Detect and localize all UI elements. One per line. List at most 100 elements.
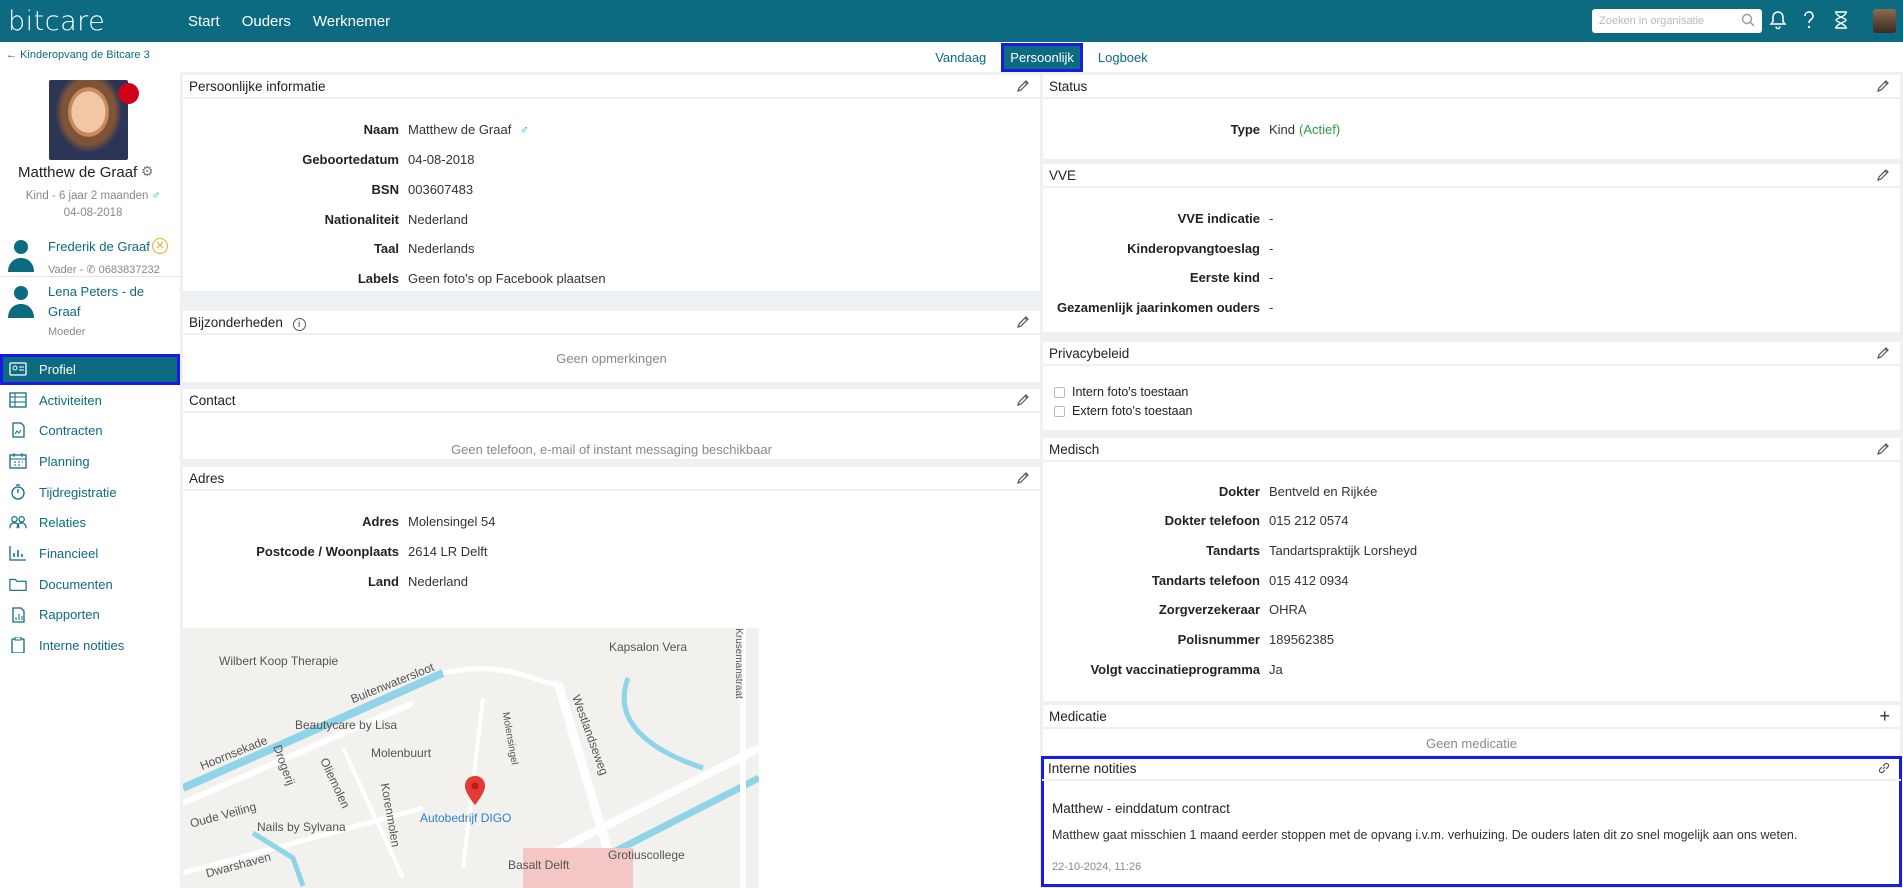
field-label: Postcode / Woonplaats — [256, 544, 399, 559]
field-value: - — [1269, 300, 1274, 315]
sidebar-item-planning[interactable]: Planning — [0, 446, 180, 477]
panel-title: Adres — [189, 471, 225, 486]
person-silhouette-icon — [8, 286, 34, 318]
note-title[interactable]: Matthew - einddatum contract — [1052, 801, 1230, 816]
relation-sub-frederik: Vader - ✆ 0683837232 — [48, 263, 160, 276]
pencil-icon[interactable] — [1016, 393, 1030, 407]
field-label: Gezamenlijk jaarinkomen ouders — [1056, 300, 1260, 315]
relation-phone[interactable]: 0683837232 — [99, 264, 160, 276]
tab-vandaag[interactable]: Vandaag — [929, 46, 992, 69]
table-icon — [9, 392, 27, 408]
user-avatar[interactable] — [1873, 9, 1896, 33]
bitcare-logo[interactable]: bitcare — [8, 6, 178, 37]
pencil-icon[interactable] — [1876, 442, 1890, 456]
location-pin-icon[interactable] — [464, 776, 486, 806]
checkbox[interactable] — [1054, 406, 1065, 418]
map-label: Autobedrijf DIGO — [420, 811, 512, 825]
note-date: 22-10-2024, 11:26 — [1052, 861, 1142, 873]
pencil-icon[interactable] — [1016, 471, 1030, 485]
pencil-icon[interactable] — [1876, 346, 1890, 360]
gear-icon[interactable]: ⚙ — [141, 163, 154, 180]
sidebar-item-relaties[interactable]: Relaties — [0, 507, 180, 538]
sidebar-item-documenten[interactable]: Documenten — [0, 569, 180, 600]
nav-start[interactable]: Start — [188, 13, 220, 30]
medisch-row: Volgt vaccinatieprogramma Ja — [1043, 661, 1282, 679]
field-value: Nederlands — [408, 241, 475, 256]
panel-header: Privacybeleid — [1043, 342, 1900, 366]
sidebar-item-contracten[interactable]: Contracten — [0, 415, 180, 446]
stopwatch-icon — [11, 484, 25, 500]
panel-title: Privacybeleid — [1049, 346, 1130, 361]
field-label: BSN — [371, 182, 399, 197]
hourglass-icon[interactable] — [1832, 10, 1850, 30]
status-panel: Status Type Kind (Actief) — [1043, 75, 1900, 159]
privacy-extern[interactable]: Extern foto's toestaan — [1054, 404, 1193, 418]
sidebar-item-rapporten[interactable]: Rapporten — [0, 600, 180, 631]
medisch-panel: Medisch Dokter Bentveld en Rijkée Dokter … — [1043, 438, 1900, 701]
sidebar-item-interne-notities[interactable]: Interne notities — [0, 630, 180, 661]
medisch-row: Dokter Bentveld en Rijkée — [1043, 483, 1378, 501]
sidebar-item-label: Relaties — [39, 515, 86, 531]
male-icon: ♂ — [519, 122, 530, 137]
relation-name-frederik[interactable]: Frederik de Graaf — [48, 237, 150, 257]
field-label: Tandarts — [1206, 543, 1260, 558]
checkbox[interactable] — [1054, 387, 1065, 399]
bell-icon[interactable] — [1769, 10, 1787, 30]
sidebar-item-label: Contracten — [39, 423, 103, 439]
vve-row: Gezamenlijk jaarinkomen ouders - — [1043, 299, 1273, 317]
sidebar-item-label: Documenten — [39, 576, 113, 592]
field-label: Volgt vaccinatieprogramma — [1090, 662, 1260, 677]
personal-info-panel: Persoonlijke informatie Naam Matthew de G… — [183, 75, 1040, 291]
status-row: Type Kind (Actief) — [1043, 121, 1341, 139]
pencil-icon[interactable] — [1876, 79, 1890, 93]
relation-name-lena[interactable]: Lena Peters - de Graaf — [48, 282, 158, 322]
map-label: Beautycare by Lisa — [295, 718, 398, 732]
field-value: Molensingel 54 — [408, 514, 496, 529]
pencil-icon[interactable] — [1016, 79, 1030, 93]
search-input[interactable]: Zoeken in organisatie — [1592, 9, 1762, 33]
sidebar-item-tijdregistratie[interactable]: Tijdregistratie — [0, 477, 180, 508]
sidebar-item-label: Planning — [39, 453, 90, 469]
pencil-icon[interactable] — [1016, 315, 1030, 329]
top-nav: Start Ouders Werknemer — [178, 13, 402, 30]
plus-icon[interactable]: + — [1879, 706, 1890, 727]
field-label: Type — [1230, 122, 1260, 137]
vve-row: Kinderopvangtoeslag - — [1043, 240, 1273, 258]
panel-header: Contact — [183, 389, 1040, 413]
medisch-row: Tandarts Tandartspraktijk Lorsheyd — [1043, 542, 1417, 560]
medicatie-panel: Medicatie + Geen medicatie — [1043, 705, 1900, 755]
sidebar-item-label: Activiteiten — [39, 392, 102, 408]
pencil-icon[interactable] — [1876, 168, 1890, 182]
panel-title: Bijzonderheden — [189, 315, 283, 330]
panel-title: Status — [1049, 79, 1088, 94]
status-dot — [118, 83, 139, 104]
field-value: Bentveld en Rijkée — [1269, 484, 1378, 499]
field-label: VVE indicatie — [1177, 211, 1260, 226]
field-label: Kinderopvangtoeslag — [1127, 241, 1260, 256]
field-label: Land — [367, 574, 399, 589]
field-label: Labels — [357, 271, 399, 286]
empty-message: Geen telefoon, e-mail of instant messagi… — [451, 442, 772, 457]
sidebar-item-activiteiten[interactable]: Activiteiten — [0, 385, 180, 416]
nav-ouders[interactable]: Ouders — [242, 13, 291, 30]
map-label: Wilbert Koop Therapie — [219, 654, 339, 668]
field-value: Nederland — [408, 212, 468, 227]
help-icon[interactable] — [1802, 10, 1816, 30]
status-active: (Actief) — [1299, 122, 1341, 137]
nav-werknemer[interactable]: Werknemer — [313, 13, 390, 30]
sidebar-item-profiel[interactable]: Profiel — [0, 354, 180, 385]
note-body: Matthew gaat misschien 1 maand eerder st… — [1052, 828, 1798, 842]
checkbox-label: Intern foto's toestaan — [1072, 385, 1189, 399]
sidebar-item-financieel[interactable]: Financieel — [0, 538, 180, 569]
tab-logboek[interactable]: Logboek — [1092, 46, 1154, 69]
info-icon[interactable]: i — [292, 318, 306, 331]
male-icon: ♂ — [151, 190, 161, 202]
back-link[interactable]: ← Kinderopvang de Bitcare 3 — [0, 42, 180, 64]
search-icon[interactable] — [1741, 13, 1755, 27]
address-map[interactable]: Wilbert Koop Therapie Buitenwatersloot B… — [183, 628, 759, 888]
tab-persoonlijk[interactable]: Persoonlijk — [1001, 42, 1083, 72]
privacy-intern[interactable]: Intern foto's toestaan — [1054, 385, 1188, 399]
close-circle-icon[interactable]: ✕ — [152, 238, 168, 254]
link-icon[interactable] — [1877, 761, 1891, 775]
panel-title: Contact — [189, 393, 236, 408]
